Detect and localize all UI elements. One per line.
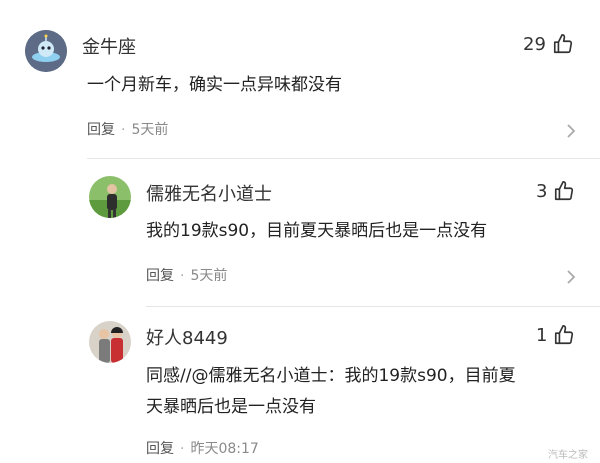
comment-meta: 回复 · 5天前	[87, 119, 168, 139]
avatar[interactable]	[89, 321, 131, 363]
comment-text: 一个月新车，确实一点异味都没有	[87, 75, 342, 95]
like-counter[interactable]: 1	[536, 324, 575, 346]
avatar[interactable]	[25, 30, 67, 72]
reply-button[interactable]: 回复	[87, 122, 115, 138]
divider	[146, 306, 600, 307]
comment-text-line: 同感//@儒雅无名小道士：我的19款s90，目前夏	[146, 366, 516, 386]
avatar[interactable]	[89, 176, 131, 218]
thumbs-up-icon[interactable]	[553, 180, 575, 202]
divider	[87, 158, 600, 159]
person-photo-avatar	[89, 176, 131, 218]
separator-dot: ·	[180, 268, 185, 284]
like-count: 1	[536, 324, 548, 346]
separator-dot: ·	[121, 122, 126, 138]
watermark: 汽车之家	[548, 450, 588, 461]
timestamp: 昨天08:17	[190, 441, 259, 457]
timestamp: 5天前	[131, 122, 169, 138]
username[interactable]: 金牛座	[82, 33, 136, 59]
chevron-right-icon[interactable]	[565, 269, 577, 285]
like-count: 3	[536, 180, 548, 202]
like-counter[interactable]: 29	[523, 33, 574, 55]
chevron-right-icon[interactable]	[565, 123, 577, 139]
comment-text: 我的19款s90，目前夏天暴晒后也是一点没有	[146, 221, 488, 241]
separator-dot: ·	[180, 441, 185, 457]
like-count: 29	[523, 33, 546, 55]
thumbs-up-icon[interactable]	[553, 324, 575, 346]
comment-meta: 回复 · 5天前	[146, 265, 227, 285]
username[interactable]: 儒雅无名小道士	[146, 180, 272, 206]
couple-photo-avatar	[89, 321, 131, 363]
like-counter[interactable]: 3	[536, 180, 575, 202]
reply-button[interactable]: 回复	[146, 441, 174, 457]
comment-text-line: 天暴晒后也是一点没有	[146, 397, 316, 417]
thumbs-up-icon[interactable]	[552, 33, 574, 55]
username[interactable]: 好人8449	[146, 324, 228, 350]
reply-button[interactable]: 回复	[146, 268, 174, 284]
robot-avatar-icon	[25, 30, 67, 72]
comment-meta: 回复 · 昨天08:17	[146, 438, 259, 458]
timestamp: 5天前	[190, 268, 228, 284]
